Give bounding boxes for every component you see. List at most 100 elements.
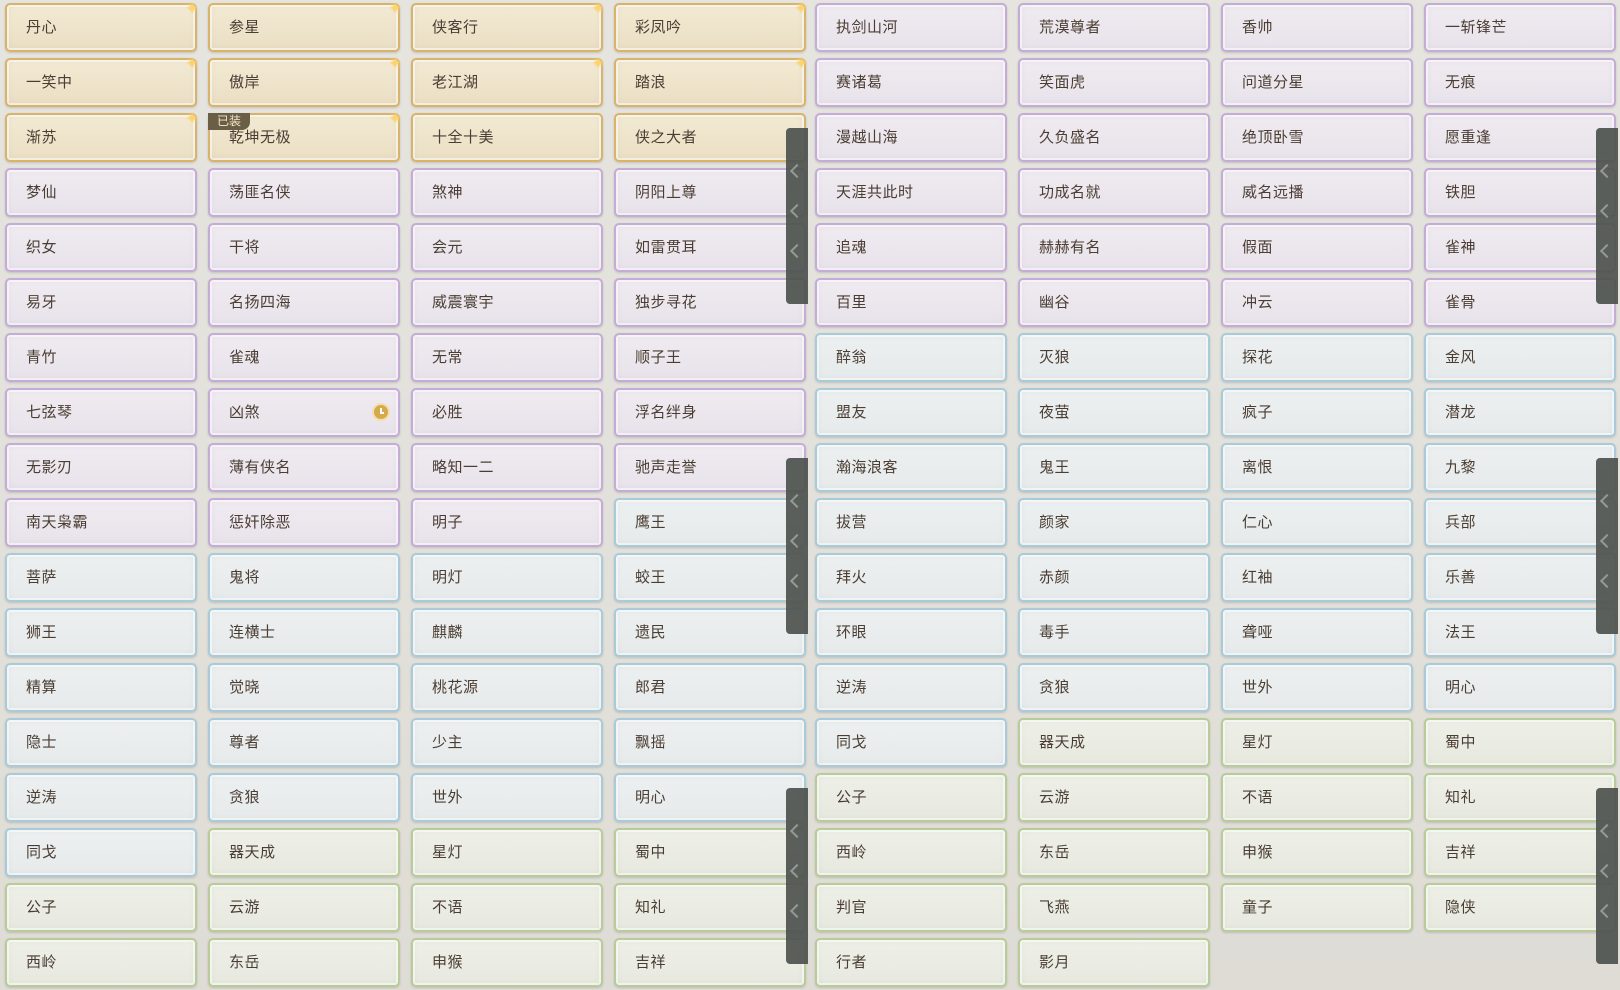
title-card[interactable]: 醉翁 [815, 333, 1007, 382]
title-card[interactable]: 不语 [411, 883, 603, 932]
title-card[interactable]: 颜家 [1018, 498, 1210, 547]
title-card[interactable]: 笑面虎 [1018, 58, 1210, 107]
title-card[interactable]: 一笑中 ✦ [5, 56, 198, 107]
title-card[interactable]: 渐苏 ✦ [5, 111, 198, 162]
title-card[interactable]: 逆涛 [815, 663, 1007, 712]
title-card[interactable]: 桃花源 [411, 663, 603, 712]
title-card[interactable]: 知礼 [614, 883, 806, 932]
title-card[interactable]: 潜龙 [1424, 388, 1616, 437]
title-card[interactable]: 尊者 [208, 718, 400, 767]
title-card[interactable]: 冲云 [1221, 278, 1413, 327]
title-card[interactable]: 同戈 [815, 718, 1007, 767]
title-card[interactable]: 愿重逢 [1424, 113, 1616, 162]
title-card[interactable]: 星灯 [411, 828, 603, 877]
title-card[interactable]: 无痕 [1424, 58, 1616, 107]
title-card[interactable]: 威震寰宇 [411, 278, 603, 327]
scroll-handle[interactable] [786, 128, 808, 304]
title-card[interactable]: 蜀中 [614, 828, 806, 877]
title-card[interactable]: 吉祥 [1424, 828, 1616, 877]
title-card[interactable]: 易牙 [5, 278, 197, 327]
title-card[interactable]: 世外 [411, 773, 603, 822]
title-card[interactable]: 明心 [614, 773, 806, 822]
title-card[interactable]: 飞燕 [1018, 883, 1210, 932]
title-card[interactable]: 夜萤 [1018, 388, 1210, 437]
title-card[interactable]: 明子 [411, 498, 603, 547]
title-card[interactable]: 漫越山海 [815, 113, 1007, 162]
title-card[interactable]: 煞神 [411, 168, 603, 217]
title-card[interactable]: 雀骨 [1424, 278, 1616, 327]
title-card[interactable]: 明心 [1424, 663, 1616, 712]
title-card[interactable]: 东岳 [208, 938, 400, 987]
title-card[interactable]: 乐善 [1424, 553, 1616, 602]
title-card[interactable]: 红袖 [1221, 553, 1413, 602]
title-card[interactable]: 法王 [1424, 608, 1616, 657]
title-card[interactable]: 明灯 [411, 553, 603, 602]
title-card[interactable]: 名扬四海 [208, 278, 400, 327]
title-card[interactable]: 连横士 [208, 608, 400, 657]
title-card[interactable]: 追魂 [815, 223, 1007, 272]
title-card[interactable]: 彩凤吟 ✦ [614, 1, 807, 52]
title-card[interactable]: 踏浪 ✦ [614, 56, 807, 107]
title-card[interactable]: 天涯共此时 [815, 168, 1007, 217]
title-card[interactable]: 无常 [411, 333, 603, 382]
title-card[interactable]: 遗民 [614, 608, 806, 657]
scroll-handle[interactable] [1596, 128, 1618, 304]
title-card[interactable]: 问道分星 [1221, 58, 1413, 107]
title-card[interactable]: 东岳 [1018, 828, 1210, 877]
title-card[interactable]: 聋哑 [1221, 608, 1413, 657]
title-card[interactable]: 鹰王 [614, 498, 806, 547]
title-card[interactable]: 兵部 [1424, 498, 1616, 547]
title-card[interactable]: 七弦琴 [5, 388, 197, 437]
title-card[interactable]: 隐侠 [1424, 883, 1616, 932]
title-card[interactable]: 行者 [815, 938, 1007, 987]
title-card[interactable]: 侠之大者 [614, 113, 806, 162]
title-card[interactable]: 织女 [5, 223, 197, 272]
title-card[interactable]: 久负盛名 [1018, 113, 1210, 162]
title-card[interactable]: 荒漠尊者 [1018, 3, 1210, 52]
title-card[interactable]: 狮王 [5, 608, 197, 657]
title-card[interactable]: 离恨 [1221, 443, 1413, 492]
title-card[interactable]: 逆涛 [5, 773, 197, 822]
title-card[interactable]: 灭狼 [1018, 333, 1210, 382]
title-card[interactable]: 知礼 [1424, 773, 1616, 822]
title-card[interactable]: 无影刃 [5, 443, 197, 492]
title-card[interactable]: 功成名就 [1018, 168, 1210, 217]
title-card[interactable]: 世外 [1221, 663, 1413, 712]
title-card[interactable]: 梦仙 [5, 168, 197, 217]
title-card[interactable]: 觉晓 [208, 663, 400, 712]
title-card[interactable]: 云游 [1018, 773, 1210, 822]
title-card[interactable]: 一斩锋芒 [1424, 3, 1616, 52]
title-card[interactable]: 环眼 [815, 608, 1007, 657]
title-card[interactable]: 参星 ✦ [208, 1, 401, 52]
title-card[interactable]: 驰声走誉 [614, 443, 806, 492]
title-card[interactable]: 乾坤无极 ✦ 已装 [208, 111, 401, 162]
title-card[interactable]: 绝顶卧雪 [1221, 113, 1413, 162]
title-card[interactable]: 如雷贯耳 [614, 223, 806, 272]
title-card[interactable]: 西岭 [5, 938, 197, 987]
title-card[interactable]: 申猴 [411, 938, 603, 987]
title-card[interactable]: 赛诸葛 [815, 58, 1007, 107]
title-card[interactable]: 丹心 ✦ [5, 1, 198, 52]
title-card[interactable]: 拜火 [815, 553, 1007, 602]
title-card[interactable]: 青竹 [5, 333, 197, 382]
title-card[interactable]: 薄有侠名 [208, 443, 400, 492]
title-card[interactable]: 少主 [411, 718, 603, 767]
scroll-handle[interactable] [786, 458, 808, 634]
title-card[interactable]: 仁心 [1221, 498, 1413, 547]
title-card[interactable]: 鬼将 [208, 553, 400, 602]
title-card[interactable]: 铁胆 [1424, 168, 1616, 217]
title-card[interactable]: 童子 [1221, 883, 1413, 932]
title-card[interactable]: 雀神 [1424, 223, 1616, 272]
title-card[interactable]: 器天成 [1018, 718, 1210, 767]
title-card[interactable]: 赤颜 [1018, 553, 1210, 602]
title-card[interactable]: 器天成 [208, 828, 400, 877]
title-card[interactable]: 精算 [5, 663, 197, 712]
title-card[interactable]: 傲岸 ✦ [208, 56, 401, 107]
title-card[interactable]: 执剑山河 [815, 3, 1007, 52]
title-card[interactable]: 拔营 [815, 498, 1007, 547]
title-card[interactable]: 菩萨 [5, 553, 197, 602]
title-card[interactable]: 云游 [208, 883, 400, 932]
title-card[interactable]: 疯子 [1221, 388, 1413, 437]
title-card[interactable]: 毒手 [1018, 608, 1210, 657]
title-card[interactable]: 幽谷 [1018, 278, 1210, 327]
